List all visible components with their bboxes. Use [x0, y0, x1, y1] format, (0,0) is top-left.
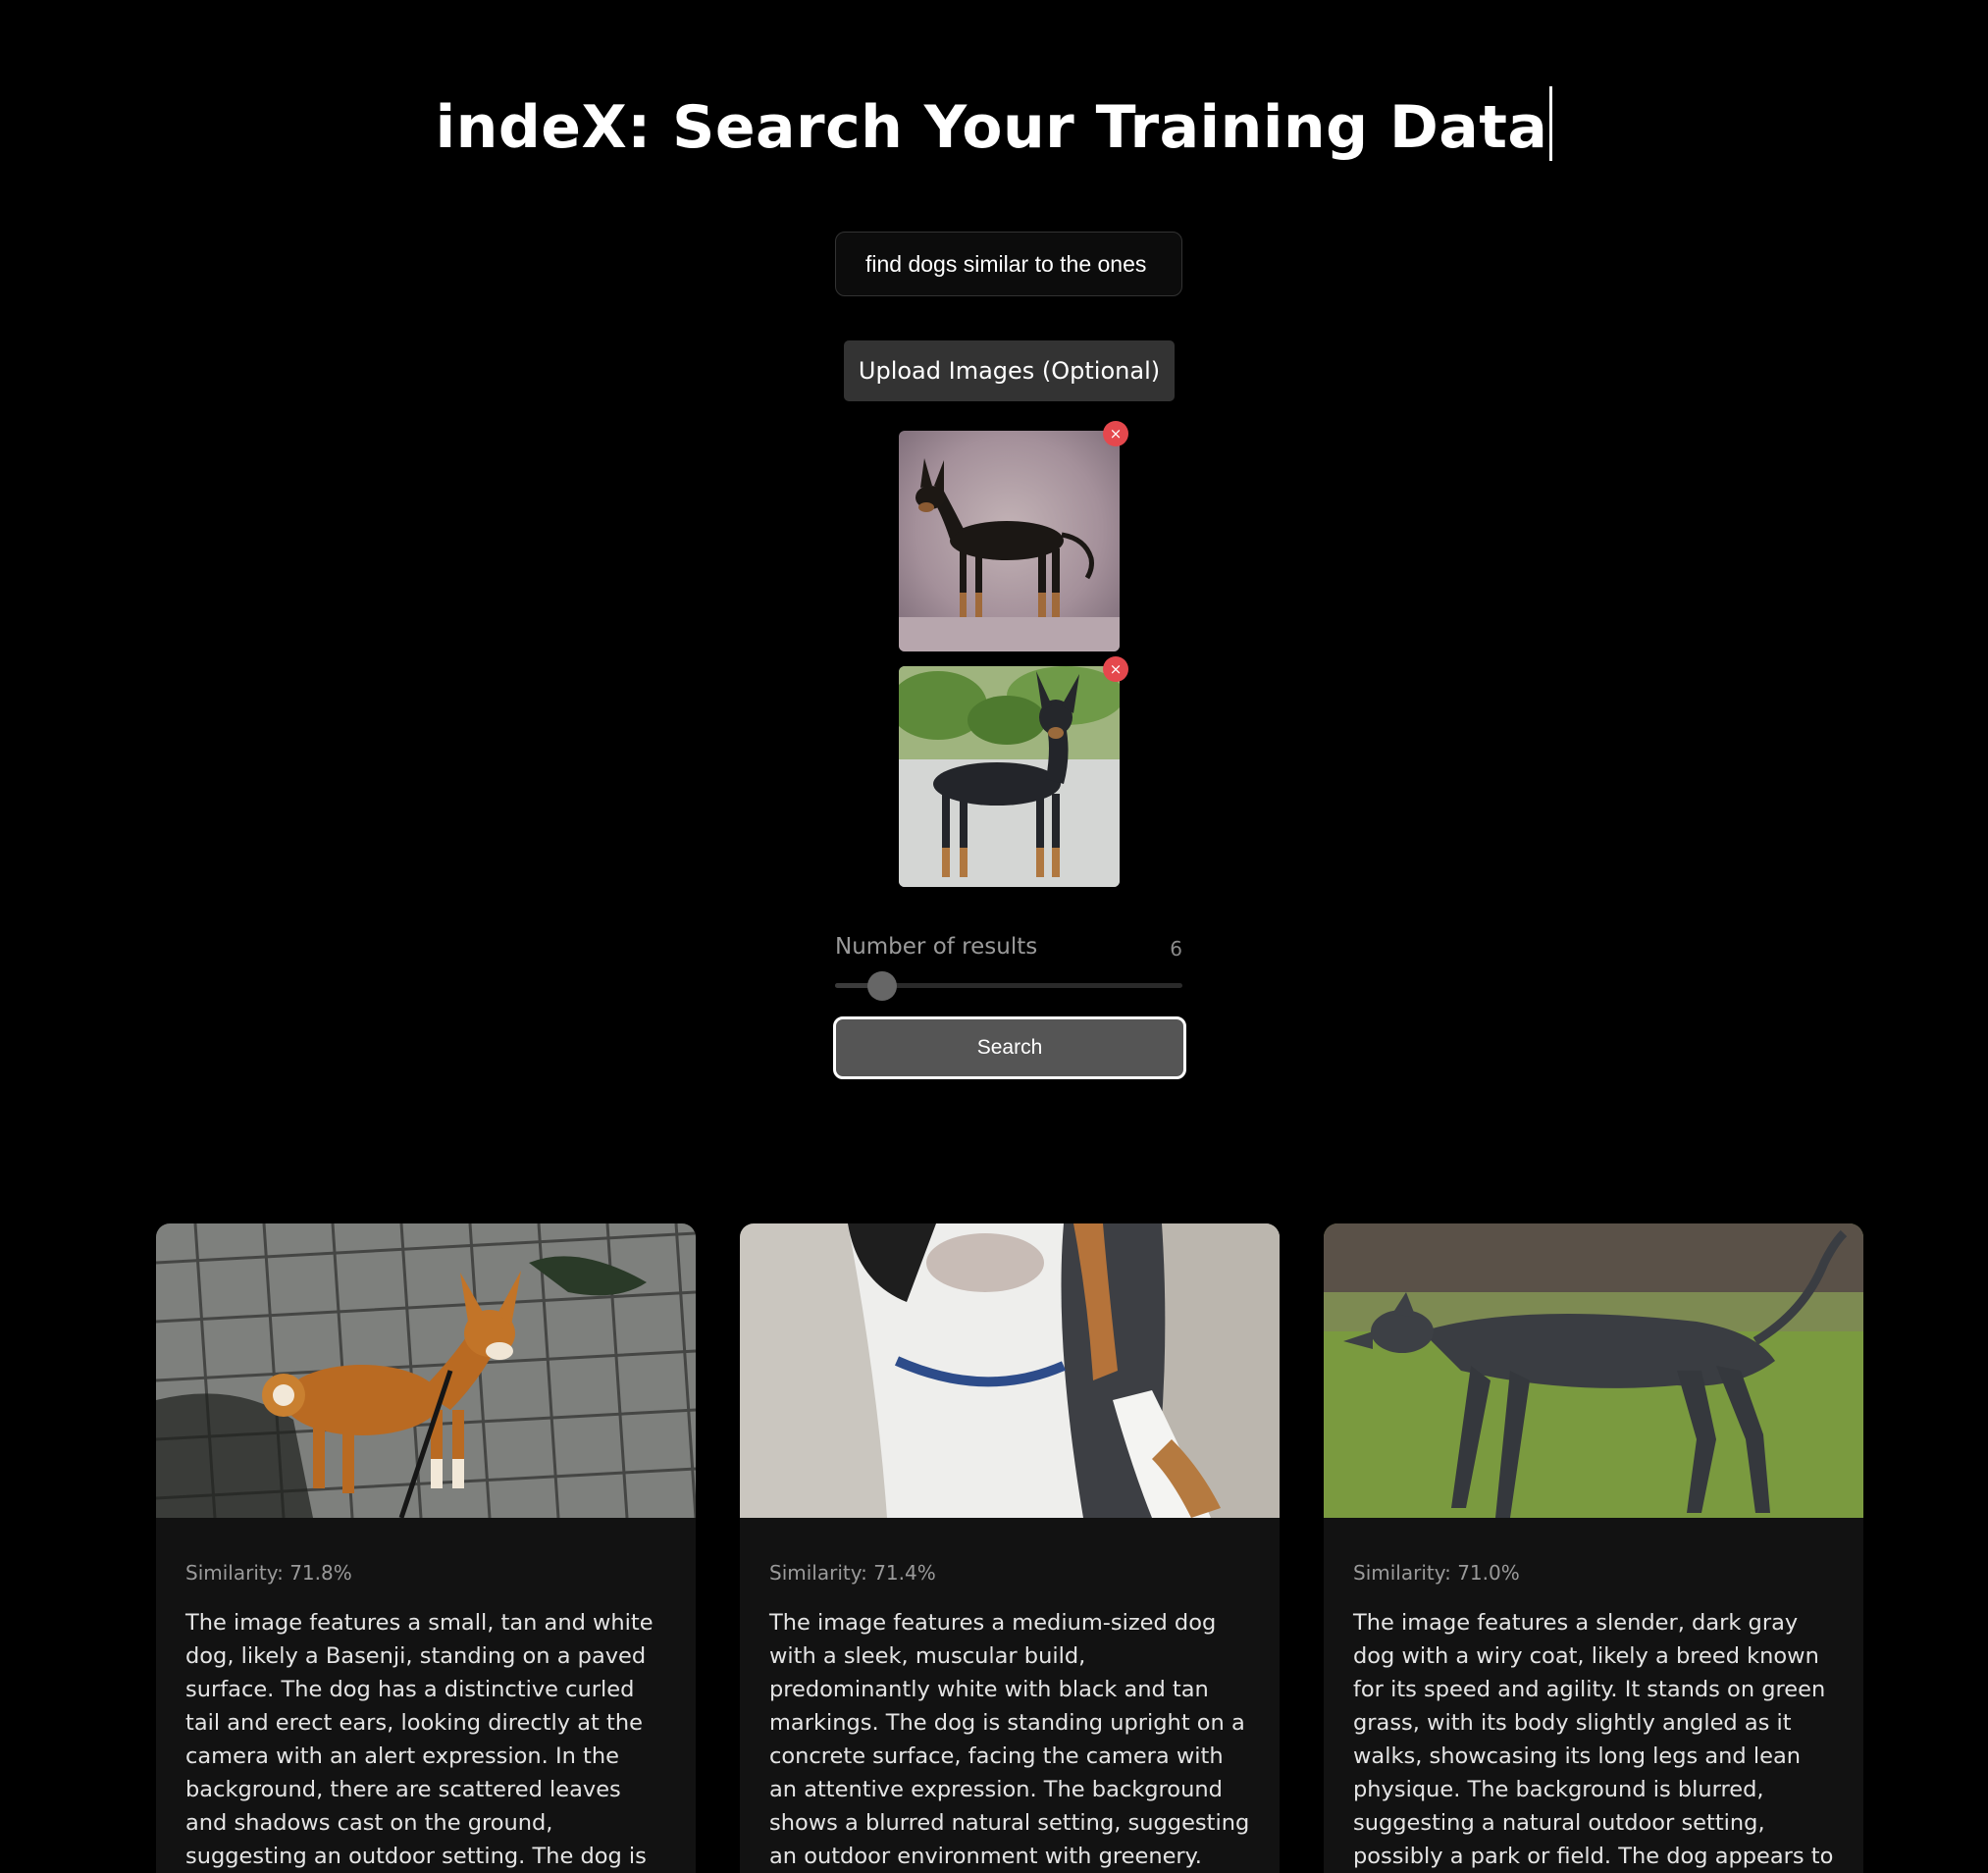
result-card-1[interactable]: Similarity: 71.8% The image features a s… [156, 1223, 696, 1873]
number-of-results-value: 6 [1170, 937, 1182, 961]
upload-images-button[interactable]: Upload Images (Optional) [844, 340, 1175, 401]
search-button[interactable]: Search [833, 1016, 1186, 1079]
result-image-1 [156, 1223, 696, 1518]
similarity-score: Similarity: 71.0% [1353, 1561, 1520, 1585]
page-title-text: indeX: Search Your Training Data [435, 93, 1548, 162]
result-description: The image features a slender, dark gray … [1353, 1610, 1834, 1869]
remove-image-2-button[interactable]: × [1103, 656, 1128, 682]
result-card-2[interactable]: Similarity: 71.4% The image features a m… [740, 1223, 1280, 1873]
dog-photo [899, 666, 1120, 887]
text-caret [1549, 86, 1553, 161]
dog-photo [899, 431, 1120, 651]
results-slider-thumb[interactable] [867, 971, 898, 1001]
uploaded-image-1 [899, 431, 1120, 651]
result-image-2 [740, 1223, 1280, 1518]
result-card-3[interactable]: Similarity: 71.0% The image features a s… [1324, 1223, 1863, 1873]
remove-image-1-button[interactable]: × [1103, 421, 1128, 446]
similarity-score: Similarity: 71.4% [769, 1561, 936, 1585]
uploaded-image-2 [899, 666, 1120, 887]
result-image-3 [1324, 1223, 1863, 1518]
search-input[interactable] [835, 232, 1182, 296]
result-description: The image features a small, tan and whit… [185, 1610, 654, 1869]
page-title: indeX: Search Your Training Data [0, 86, 1988, 162]
result-description: The image features a medium-sized dog wi… [769, 1610, 1250, 1869]
similarity-score: Similarity: 71.8% [185, 1561, 352, 1585]
number-of-results-label: Number of results [835, 934, 1038, 960]
page: indeX: Search Your Training Data Upload … [0, 0, 1988, 1873]
